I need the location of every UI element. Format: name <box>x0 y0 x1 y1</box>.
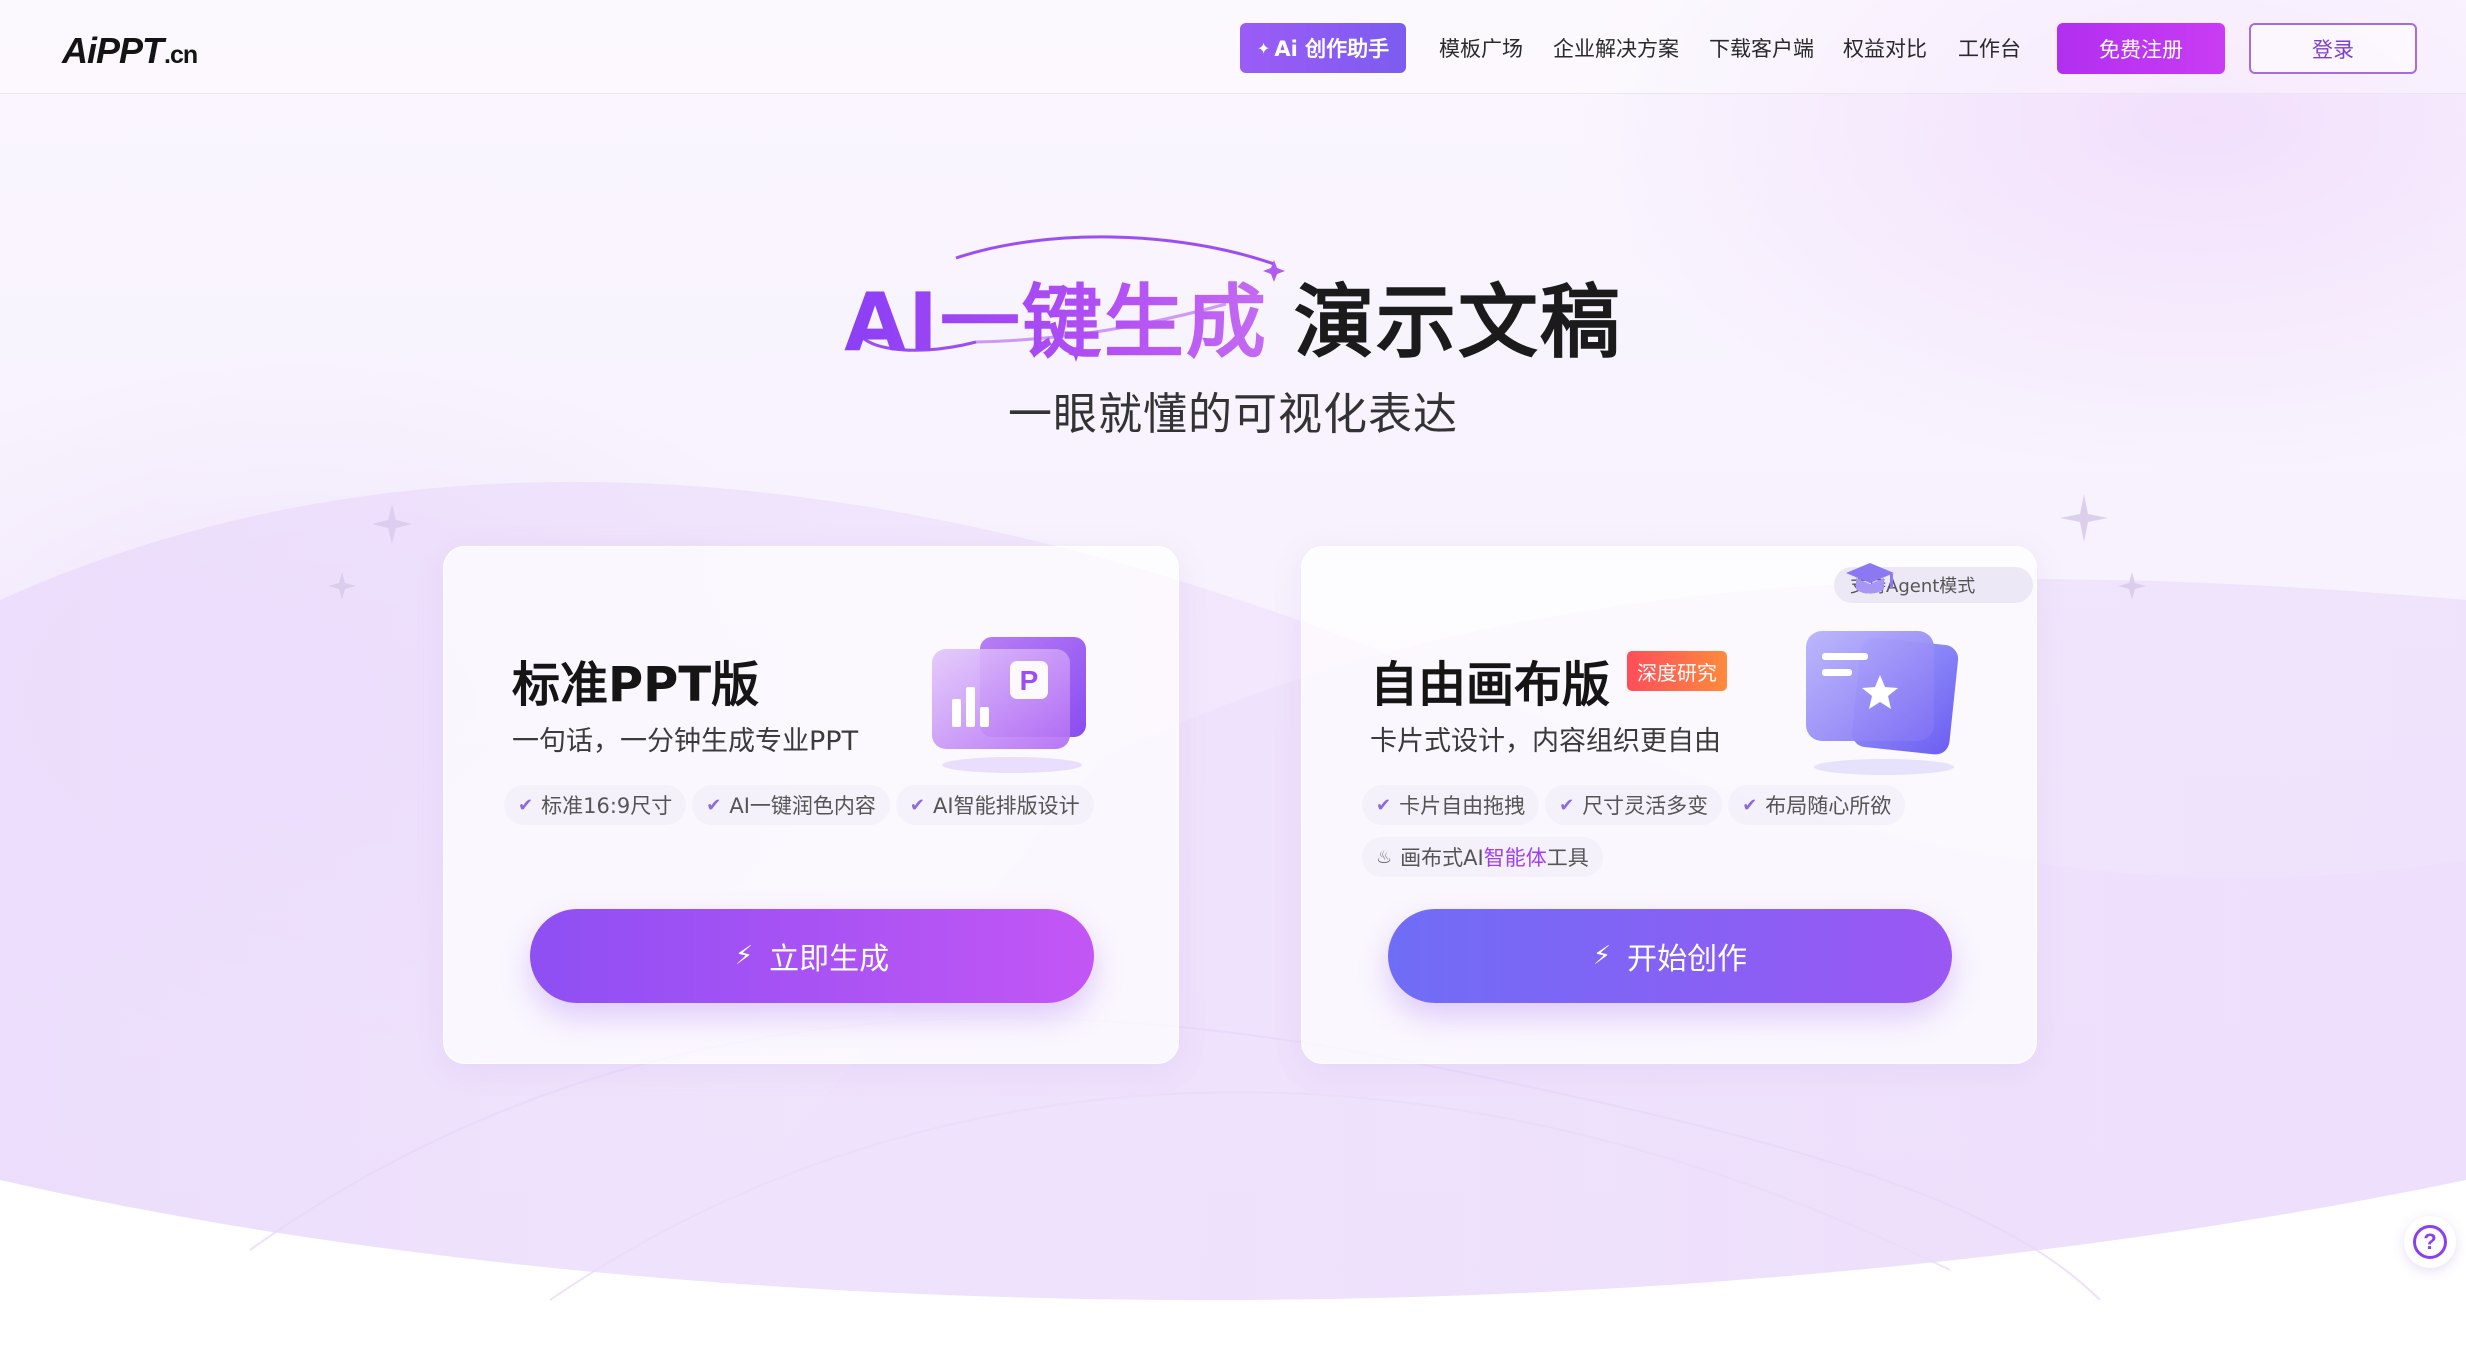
check-icon: ✔ <box>1376 794 1392 816</box>
feature-tag-label: 标准16:9尺寸 <box>541 794 673 818</box>
generate-now-label: 立即生成 <box>769 942 890 977</box>
generate-now-button[interactable]: ⚡ 立即生成 <box>530 909 1094 1003</box>
magic-wand-icon: ⚡ <box>734 941 754 971</box>
flame-icon: ♨ <box>1376 846 1393 868</box>
feature-tag-label: AI智能排版设计 <box>933 794 1080 818</box>
nav-template-square[interactable]: 模板广场 <box>1439 33 1523 63</box>
hero-title-rest: 演示文稿 <box>1293 276 1622 369</box>
nav-download-client[interactable]: 下载客户端 <box>1709 33 1814 63</box>
check-icon: ✔ <box>1559 794 1575 816</box>
tool-tag-prefix: 画布式AI <box>1400 846 1484 870</box>
canvas-card-illustration-icon <box>1806 631 1959 775</box>
card-description: 卡片式设计，内容组织更自由 <box>1370 726 1721 757</box>
nav-benefits-compare[interactable]: 权益对比 <box>1843 33 1927 63</box>
sparkle-icon: ✦ <box>1256 38 1271 58</box>
register-button[interactable]: 免费注册 <box>2057 23 2225 74</box>
feature-tag-label: AI一键润色内容 <box>729 794 876 818</box>
card-title: 自由画布版 <box>1370 657 1611 713</box>
deep-research-badge: 深度研究 <box>1627 651 1727 691</box>
check-icon: ✔ <box>909 794 926 816</box>
top-navbar: AiPPT .cn ✦ Ai 创作助手 模板广场 企业解决方案 下载客户端 权益… <box>0 0 2466 94</box>
graduation-cap-icon <box>1846 563 1894 594</box>
feature-tags: ✔ 标准16:9尺寸 ✔ AI一键润色内容 ✔ AI智能排版设计 <box>504 785 1144 825</box>
aippt-logo[interactable]: AiPPT .cn <box>62 30 198 72</box>
page-background <box>0 0 2466 1372</box>
magic-wand-icon: ⚡ <box>1592 941 1612 971</box>
hero-title: AI一键生成 演示文稿 <box>0 258 2466 374</box>
help-button[interactable]: ? <box>2404 1216 2456 1268</box>
card-title: 标准PPT版 <box>512 657 760 713</box>
tool-tag-suffix: 工具 <box>1546 846 1589 870</box>
logo-suffix: .cn <box>164 41 198 69</box>
standard-ppt-card[interactable]: 标准PPT版 一句话，一分钟生成专业PPT P ✔ 标准16:9尺寸 ✔ AI一… <box>443 546 1179 1064</box>
feature-tag-label: 卡片自由拖拽 <box>1399 794 1526 818</box>
nav-workbench[interactable]: 工作台 <box>1958 33 2021 63</box>
start-creating-button[interactable]: ⚡ 开始创作 <box>1388 909 1952 1003</box>
feature-tag: ✔ 尺寸灵活多变 <box>1545 785 1723 825</box>
feature-tag: ✔ AI一键润色内容 <box>692 785 890 825</box>
ppt-chart-illustration-icon: P <box>932 637 1086 773</box>
ai-assistant-button[interactable]: ✦ Ai 创作助手 <box>1240 23 1406 73</box>
ai-assistant-label: Ai 创作助手 <box>1274 37 1390 61</box>
feature-tags: ✔ 卡片自由拖拽 ✔ 尺寸灵活多变 ✔ 布局随心所欲 ♨ 画布式AI智能体工具 <box>1362 785 2002 877</box>
feature-tag-label: 布局随心所欲 <box>1765 794 1892 818</box>
check-icon: ✔ <box>1742 794 1758 816</box>
feature-tag: ✔ 标准16:9尺寸 <box>504 785 687 825</box>
hero-subtitle: 一眼就懂的可视化表达 <box>1008 389 1458 440</box>
start-creating-label: 开始创作 <box>1627 942 1748 977</box>
nav-enterprise-solutions[interactable]: 企业解决方案 <box>1553 33 1679 63</box>
tool-tag-label: 画布式AI智能体工具 <box>1400 842 1589 872</box>
card-description: 一句话，一分钟生成专业PPT <box>512 726 859 757</box>
check-icon: ✔ <box>706 794 722 816</box>
feature-tag-label: 尺寸灵活多变 <box>1582 794 1709 818</box>
check-icon: ✔ <box>518 794 534 816</box>
hero-title-highlight: AI一键生成 <box>844 276 1268 369</box>
logo-text: AiPPT <box>62 30 164 71</box>
question-mark-icon: ? <box>2413 1225 2447 1259</box>
ai-agent-tool-tag: ♨ 画布式AI智能体工具 <box>1362 837 1603 877</box>
svg-text:P: P <box>1020 665 1039 696</box>
feature-tag: ✔ 卡片自由拖拽 <box>1362 785 1540 825</box>
free-canvas-card[interactable]: 支持Agent模式 自由画布版 深度研究 卡片式设计，内容组织更自由 ✔ 卡片自 <box>1301 546 2037 1064</box>
tool-tag-highlight: 智能体 <box>1483 846 1547 870</box>
feature-tag: ✔ 布局随心所欲 <box>1728 785 1906 825</box>
feature-tag: ✔ AI智能排版设计 <box>895 785 1094 825</box>
login-button[interactable]: 登录 <box>2249 23 2417 74</box>
